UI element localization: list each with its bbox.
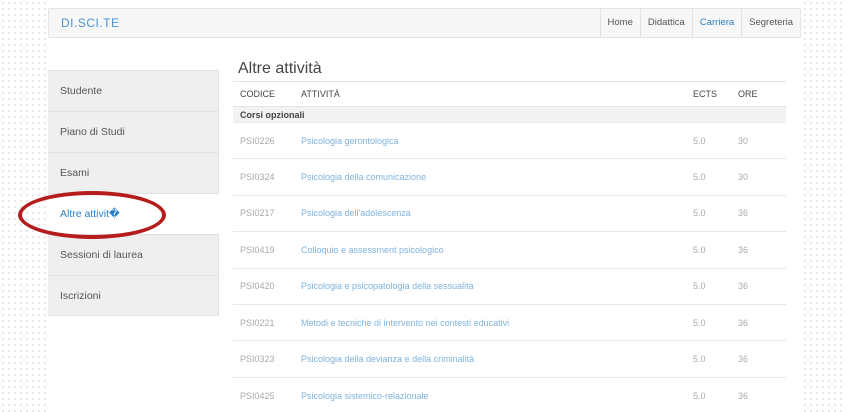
sidebar-item-esami[interactable]: Esami (48, 152, 219, 193)
nav-carriera[interactable]: Carriera (691, 9, 741, 37)
column-header-activity: ATTIVITÀ (301, 81, 693, 107)
row-code: PSI0419 (233, 231, 301, 269)
row-activity-link[interactable]: Psicologia della comunicazione (301, 158, 693, 196)
column-header-hours: ORE (738, 81, 786, 107)
sidebar-item-piano-di-studi[interactable]: Piano di Studi (48, 111, 219, 152)
page-margin-right (802, 0, 846, 412)
sidebar-item-studente[interactable]: Studente (48, 70, 219, 111)
row-ects: 5.0 (693, 303, 738, 341)
row-hours: 36 (738, 340, 786, 378)
row-code: PSI0420 (233, 267, 301, 305)
row-hours: 36 (738, 231, 786, 269)
nav-didattica[interactable]: Didattica (639, 9, 692, 37)
row-activity-link[interactable]: Colloquio e assessment psicologico (301, 231, 693, 269)
table-row: PSI0226 Psicologia gerontologica 5.0 30 (233, 121, 786, 159)
page-title: Altre attività (238, 60, 322, 77)
row-activity-link[interactable]: Psicologia della devianza e della crimin… (301, 340, 693, 378)
top-navbar: DI.SCI.TE Home Didattica Carriera Segret… (48, 8, 801, 38)
row-hours: 30 (738, 121, 786, 159)
sidebar-item-iscrizioni[interactable]: Iscrizioni (48, 275, 219, 316)
row-hours: 36 (738, 194, 786, 232)
table-header-row: CODICE ATTIVITÀ ECTS ORE (233, 81, 786, 107)
row-activity-link[interactable]: Psicologia dell'adolescenza (301, 194, 693, 232)
table-row: PSI0420 Psicologia e psicopatologia dell… (233, 267, 786, 305)
row-code: PSI0221 (233, 303, 301, 341)
row-activity-link[interactable]: Psicologia sistemico-relazionale (301, 376, 693, 412)
row-code: PSI0323 (233, 340, 301, 378)
table-row: PSI0323 Psicologia della devianza e dell… (233, 340, 786, 378)
table-row: PSI0425 Psicologia sistemico-relazionale… (233, 376, 786, 412)
row-hours: 36 (738, 267, 786, 305)
annotation-highlight-oval (18, 191, 166, 239)
table-row: PSI0221 Metodi e tecniche di intervento … (233, 303, 786, 341)
row-code: PSI0324 (233, 158, 301, 196)
table-row: PSI0419 Colloquio e assessment psicologi… (233, 231, 786, 269)
row-activity-link[interactable]: Psicologia gerontologica (301, 121, 693, 159)
row-hours: 30 (738, 158, 786, 196)
row-activity-link[interactable]: Psicologia e psicopatologia della sessua… (301, 267, 693, 305)
main-nav: Home Didattica Carriera Segreteria (599, 9, 800, 37)
row-ects: 5.0 (693, 158, 738, 196)
row-hours: 36 (738, 376, 786, 412)
row-ects: 5.0 (693, 340, 738, 378)
row-activity-link[interactable]: Metodi e tecniche di intervento nei cont… (301, 303, 693, 341)
group-label: Corsi opzionali (233, 106, 786, 123)
row-ects: 5.0 (693, 194, 738, 232)
brand-logo[interactable]: DI.SCI.TE (61, 16, 120, 30)
table-row: PSI0217 Psicologia dell'adolescenza 5.0 … (233, 194, 786, 232)
main-content: Altre attività CODICE ATTIVITÀ ECTS ORE … (233, 57, 786, 412)
table-group-row: Corsi opzionali (233, 106, 786, 123)
row-ects: 5.0 (693, 231, 738, 269)
row-ects: 5.0 (693, 376, 738, 412)
row-ects: 5.0 (693, 267, 738, 305)
column-header-ects: ECTS (693, 81, 738, 107)
row-code: PSI0425 (233, 376, 301, 412)
row-hours: 36 (738, 303, 786, 341)
row-code: PSI0226 (233, 121, 301, 159)
row-ects: 5.0 (693, 121, 738, 159)
table-row: PSI0324 Psicologia della comunicazione 5… (233, 158, 786, 196)
nav-segreteria[interactable]: Segreteria (741, 9, 800, 37)
column-header-code: CODICE (233, 81, 301, 107)
row-code: PSI0217 (233, 194, 301, 232)
sidebar-item-sessioni-di-laurea[interactable]: Sessioni di laurea (48, 234, 219, 275)
nav-home[interactable]: Home (599, 9, 640, 37)
activities-table: CODICE ATTIVITÀ ECTS ORE Corsi opzionali… (233, 81, 786, 412)
